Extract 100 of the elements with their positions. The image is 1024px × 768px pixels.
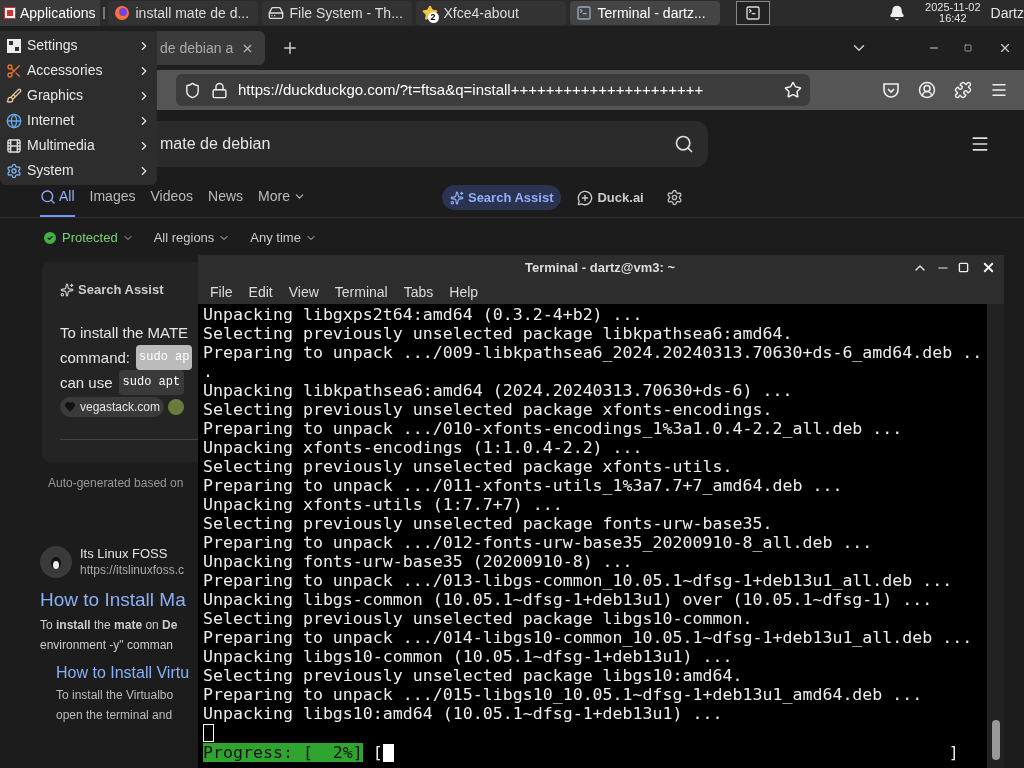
search-icon [40, 188, 56, 205]
terminal-line: Preparing to unpack .../010-xfonts-encodings_1%3a1.0.4-2.2_all.deb ... [203, 419, 904, 438]
terminal-line: Selecting previously unselected package libgs10-common. [203, 609, 754, 628]
window-title: Terminal - dartz@vm3: ~ [523, 258, 677, 277]
terminal-line: Selecting previously unselected package libkpathsea6:amd64. [203, 324, 794, 343]
progress-bracket: ] [948, 743, 959, 762]
url-bar[interactable]: https://duckduckgo.com/?t=ftsa&q=install++++++++++++++++++++++ [176, 74, 810, 106]
brush-icon [6, 87, 22, 104]
filter-dropdown[interactable]: Any time [250, 228, 317, 248]
result-snippet: open the terminal and [56, 706, 174, 724]
settings-icon[interactable] [665, 189, 683, 206]
pocket-icon[interactable] [882, 81, 900, 99]
close-icon[interactable] [981, 260, 996, 275]
terminal-line: Unpacking libgs10-common (10.05.1~dfsg-1+deb13u1) ... [203, 647, 734, 666]
terminal-line: Selecting previously unselected package xfonts-encodings. [203, 400, 774, 419]
check-circle-icon [42, 230, 58, 246]
terminal-line: Unpacking xfonts-encodings (1:1.0.4-2.2) ... [203, 438, 644, 457]
terminal-line: Unpacking fonts-urw-base35 (20200910-8) ... [203, 552, 634, 571]
terminal-line: Preparing to unpack .../012-fonts-urw-base35_20200910-8_all.deb ... [203, 533, 874, 552]
terminal-line: . [203, 362, 214, 381]
drive-icon [267, 5, 284, 21]
source-chip-icon[interactable] [168, 398, 185, 415]
menu-icon[interactable] [990, 81, 1008, 99]
result-title-link[interactable]: How to Install Ma [40, 586, 198, 615]
shield-icon[interactable] [184, 81, 201, 99]
extensions-icon[interactable] [954, 81, 972, 99]
terminal-line: Preparing to unpack .../013-libgs-common_10.05.1~dfsg-1+deb13u1_all.deb ... [203, 571, 954, 590]
menu-bar-item[interactable]: File [202, 281, 241, 303]
terminal-line: Unpacking libgs10:amd64 (10.05.1~dfsg-1+deb13u1) ... [203, 704, 724, 723]
applications-menu-button[interactable]: Applications [0, 0, 100, 26]
menu-bar-item[interactable]: Tabs [395, 281, 442, 303]
terminal-cursor [203, 724, 214, 742]
site-name: Its Linux FOSS [80, 546, 169, 562]
menu-item[interactable]: Graphics [0, 83, 157, 108]
control-panel-icon [6, 37, 22, 54]
search-assist-button[interactable]: Search Assist [441, 185, 562, 210]
account-icon[interactable] [918, 81, 936, 99]
taskbar-button[interactable]: install mate de d... [107, 1, 258, 25]
result-snippet: To install the Virtualbo [56, 686, 175, 704]
result-snippet: environment -y" comman [40, 636, 174, 654]
sparkle-icon [60, 282, 74, 297]
notification-bell-icon[interactable] [889, 5, 906, 21]
menu-icon[interactable] [970, 134, 990, 154]
protection-filter[interactable]: Protected [42, 228, 134, 248]
site-url[interactable]: https://itslinuxfoss.c [80, 562, 185, 578]
answer-text: To install the MATE [60, 322, 190, 343]
bookmark-star-icon[interactable] [784, 81, 802, 99]
disclaimer-text: Auto-generated based on [48, 475, 185, 492]
search-category-tab[interactable]: More [258, 178, 306, 217]
sub-result-link[interactable]: How to Install Virtu [56, 660, 198, 685]
search-icon[interactable] [674, 134, 694, 154]
search-category-tab[interactable]: News [208, 178, 244, 217]
browser-icon [113, 5, 130, 21]
scrollbar-thumb[interactable] [991, 720, 1000, 760]
code-snippet: sudo apt [118, 369, 185, 395]
terminal-line: Selecting previously unselected package libgs10:amd64. [203, 666, 744, 685]
new-tab-icon[interactable] [281, 39, 299, 57]
terminal-line: Preparing to unpack .../014-libgs10-common_10.05.1~dfsg-1+deb13u1_all.deb ... [203, 628, 974, 647]
terminal-line: Preparing to unpack .../015-libgs10_10.05.1~dfsg-1+deb13u1_amd64.deb ... [203, 685, 924, 704]
sparkle-icon [449, 190, 464, 205]
code-snippet: sudo ap [136, 344, 193, 370]
notification-badge: 2 [427, 12, 439, 23]
taskbar-button[interactable]: Terminal - dartz... [569, 1, 720, 25]
scissors-icon [6, 62, 22, 79]
taskbar-button[interactable]: 2 Xfce4-about [415, 1, 566, 25]
answer-text: command: [60, 347, 131, 368]
penguin-icon [50, 554, 62, 570]
menu-bar-item[interactable]: Terminal [326, 281, 396, 303]
app-menu-icon [4, 7, 16, 19]
film-icon [6, 137, 22, 154]
url-text: https://duckduckgo.com/?t=ftsa&q=install++++++++++++++++++++++ [238, 79, 705, 100]
card-title: Search Assist [78, 281, 164, 299]
terminal-line: Preparing to unpack .../009-libkpathsea6_2024.20240313.70630+ds-6_amd64.deb .. [203, 343, 984, 362]
source-chip[interactable]: vegastack.com [60, 396, 165, 417]
progress-bracket: [ [372, 743, 383, 762]
terminal-icon [744, 5, 761, 21]
terminal-line: Unpacking libgs-common (10.05.1~dfsg-1+deb13u1) over (10.05.1~dfsg-1) ... [203, 590, 934, 609]
terminal-line: Unpacking xfonts-utils (1:7.7+7) ... [203, 495, 564, 514]
taskbar-button[interactable]: File System - Th... [261, 1, 412, 25]
duck-ai-button[interactable]: Duck.ai [577, 187, 644, 208]
answer-text: can use [60, 372, 113, 393]
tab-title: de debian a [160, 38, 234, 58]
terminal-line: Unpacking libgxps2t64:amd64 (0.3.2-4+b2) ... [203, 305, 644, 324]
lock-icon[interactable] [211, 81, 228, 99]
user-name: Dartz [990, 3, 1024, 23]
close-icon[interactable] [998, 41, 1012, 55]
menu-bar-item[interactable]: View [280, 281, 327, 303]
clock-date: 2025-11-02 [925, 2, 981, 13]
terminal-line: Preparing to unpack .../011-xfonts-utils_1%3a7.7+7_amd64.deb ... [203, 476, 844, 495]
progress-label: Progress: [ 2%] [203, 743, 363, 762]
terminal-line: Selecting previously unselected package xfonts-utils. [203, 457, 734, 476]
terminal-cursor [382, 743, 394, 762]
terminal-line: Selecting previously unselected package fonts-urw-base35. [203, 514, 774, 533]
chat-plus-icon [577, 189, 594, 206]
filter-dropdown[interactable]: All regions [153, 228, 231, 248]
menu-bar-item[interactable]: Edit [240, 281, 281, 303]
heart-icon [64, 400, 76, 413]
result-snippet: To install the mate on De [40, 616, 179, 634]
workspace-switcher[interactable] [735, 1, 770, 25]
menu-bar-item[interactable]: Help [441, 281, 487, 303]
